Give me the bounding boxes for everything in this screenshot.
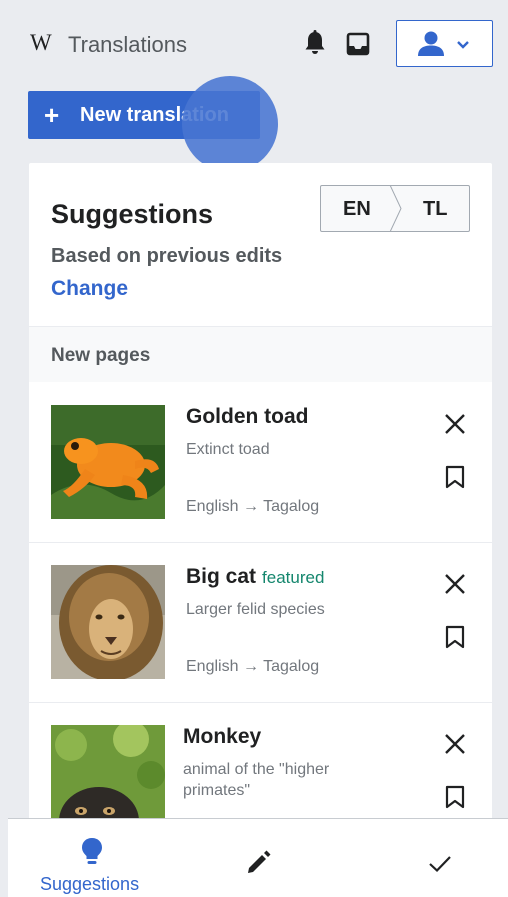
header: W Translations — [8, 0, 508, 90]
user-menu-button[interactable] — [396, 20, 493, 67]
close-icon[interactable] — [444, 733, 466, 755]
item-description: Extinct toad — [186, 441, 270, 458]
close-icon[interactable] — [444, 573, 466, 595]
checkmark-icon — [429, 856, 451, 873]
wikipedia-logo[interactable]: W — [30, 30, 52, 56]
list-item[interactable]: Golden toad Extinct toad English → Tagal… — [29, 383, 492, 543]
bookmark-icon[interactable] — [445, 625, 465, 649]
section-header-new-pages: New pages — [29, 326, 492, 382]
nav-label: Suggestions — [40, 874, 140, 894]
featured-badge: featured — [262, 568, 325, 587]
bookmark-icon[interactable] — [445, 465, 465, 489]
list-item[interactable]: Big cat featured Larger felid species Eng… — [29, 543, 492, 703]
item-title[interactable]: Monkey — [183, 725, 261, 749]
item-languages: English → Tagalog — [186, 658, 320, 675]
touch-indicator — [182, 76, 278, 172]
item-title: Big cat featured — [186, 565, 325, 588]
change-link[interactable]: Change — [51, 277, 128, 301]
lightbulb-icon — [82, 838, 102, 864]
bottom-navigation: Suggestions — [8, 818, 508, 897]
nav-tab-suggestions[interactable]: Suggestions — [8, 819, 174, 897]
plus-icon: + — [44, 100, 60, 130]
item-description: Larger felid species — [186, 601, 325, 618]
inbox-icon[interactable] — [346, 32, 370, 56]
arrow-right-icon: → — [242, 498, 259, 515]
section-label: New pages — [51, 345, 151, 366]
source-language[interactable]: EN — [343, 198, 371, 221]
nav-tab-published[interactable] — [342, 819, 508, 897]
item-description: animal of the "higher primates" — [183, 761, 330, 799]
language-selector[interactable]: EN TL — [320, 185, 470, 232]
big-cat-thumbnail — [51, 565, 165, 679]
user-icon — [418, 31, 444, 56]
item-languages: English → Tagalog — [186, 498, 320, 515]
suggestions-basis: Based on previous edits — [51, 245, 283, 267]
golden-toad-thumbnail — [51, 405, 165, 519]
close-icon[interactable] — [444, 413, 466, 435]
nav-tab-edits[interactable] — [174, 819, 342, 897]
bookmark-icon[interactable] — [445, 785, 465, 809]
pencil-icon — [248, 850, 271, 873]
suggestions-title: Suggestions — [51, 199, 214, 229]
suggestions-card: Suggestions EN TL Based on previous edit… — [29, 163, 492, 839]
item-title[interactable]: Golden toad — [186, 405, 309, 429]
app-frame: W Translations + New translation Suggest… — [8, 0, 508, 897]
target-language[interactable]: TL — [423, 198, 447, 221]
bell-icon[interactable] — [304, 30, 326, 56]
language-divider-icon — [389, 185, 402, 232]
arrow-right-icon: → — [242, 658, 259, 675]
chevron-down-icon — [457, 41, 469, 49]
page-title: Translations — [68, 32, 188, 57]
